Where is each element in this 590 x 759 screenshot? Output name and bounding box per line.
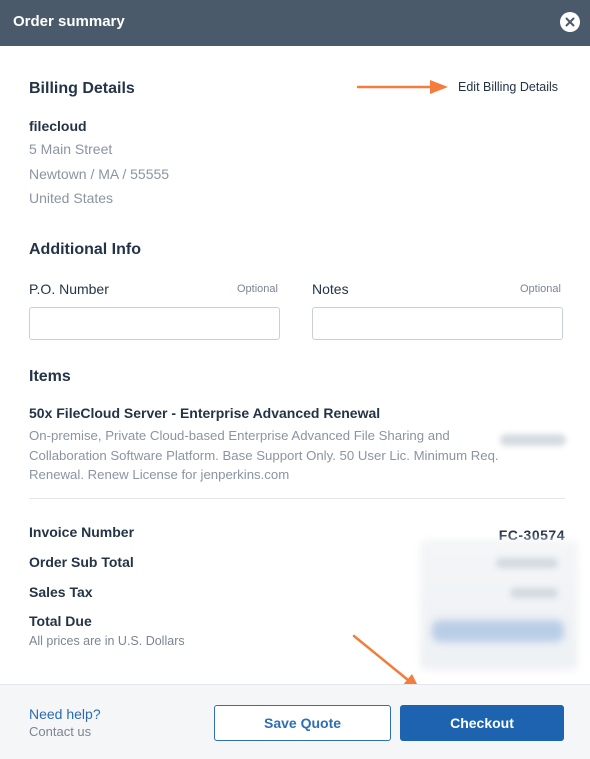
- annotation-arrow-icon: [356, 80, 448, 94]
- total-due-label: Total Due: [29, 613, 92, 629]
- item-price-redacted: [500, 434, 566, 446]
- modal-title: Order summary: [13, 13, 125, 30]
- need-help-link[interactable]: Need help?: [29, 706, 101, 722]
- po-number-optional: Optional: [237, 283, 278, 295]
- billing-details-title: Billing Details: [29, 80, 135, 97]
- items-title: Items: [29, 368, 71, 385]
- item-name: 50x FileCloud Server - Enterprise Advanc…: [29, 405, 381, 421]
- save-quote-button[interactable]: Save Quote: [214, 705, 391, 741]
- billing-address-line: 5 Main Street: [29, 141, 113, 157]
- currency-note: All prices are in U.S. Dollars: [29, 634, 185, 648]
- close-button[interactable]: [560, 12, 580, 32]
- edit-billing-details-link[interactable]: Edit Billing Details: [458, 80, 558, 94]
- additional-info-title: Additional Info: [29, 241, 141, 258]
- checkout-button[interactable]: Checkout: [400, 705, 564, 741]
- invoice-number-label: Invoice Number: [29, 524, 135, 540]
- billing-address-line: United States: [29, 190, 114, 206]
- redacted-total: [432, 620, 564, 642]
- redacted-subtotal: [496, 558, 558, 568]
- notes-label: Notes: [312, 281, 349, 297]
- modal-header: Order summary: [0, 0, 590, 46]
- close-icon: [565, 17, 575, 27]
- contact-us-link[interactable]: Contact us: [29, 724, 91, 739]
- redacted-tax: [510, 588, 558, 598]
- item-description: On-premise, Private Cloud-based Enterpri…: [29, 428, 499, 482]
- billing-company: filecloud: [29, 118, 87, 134]
- notes-optional: Optional: [520, 283, 561, 295]
- po-number-input[interactable]: [29, 307, 280, 340]
- divider: [29, 498, 565, 499]
- notes-input[interactable]: [312, 307, 563, 340]
- billing-address-line: Newtown / MA / 55555: [29, 166, 170, 182]
- order-subtotal-label: Order Sub Total: [29, 554, 134, 570]
- sales-tax-label: Sales Tax: [29, 584, 93, 600]
- po-number-label: P.O. Number: [29, 281, 109, 297]
